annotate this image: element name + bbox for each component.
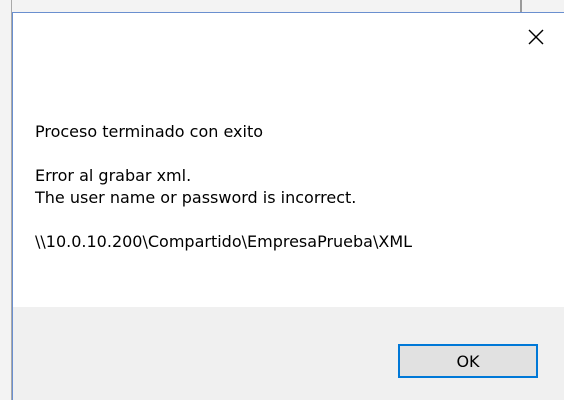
message-success: Proceso terminado con exito xyxy=(35,122,264,141)
background-window-divider xyxy=(520,0,522,12)
message-content: Proceso terminado con exito Error al gra… xyxy=(35,121,552,253)
message-error-detail: The user name or password is incorrect. xyxy=(35,188,357,207)
ok-button[interactable]: OK xyxy=(398,344,538,378)
ok-button-label: OK xyxy=(456,351,480,371)
close-icon xyxy=(528,29,544,45)
message-dialog: Proceso terminado con exito Error al gra… xyxy=(12,12,564,400)
message-error: Error al grabar xml. xyxy=(35,166,192,185)
background-window-top xyxy=(12,0,564,12)
screen: Proceso terminado con exito Error al gra… xyxy=(0,0,564,400)
close-button[interactable] xyxy=(516,17,556,57)
message-path: \\10.0.10.200\Compartido\EmpresaPrueba\X… xyxy=(35,232,413,251)
dialog-footer: OK xyxy=(13,307,564,400)
